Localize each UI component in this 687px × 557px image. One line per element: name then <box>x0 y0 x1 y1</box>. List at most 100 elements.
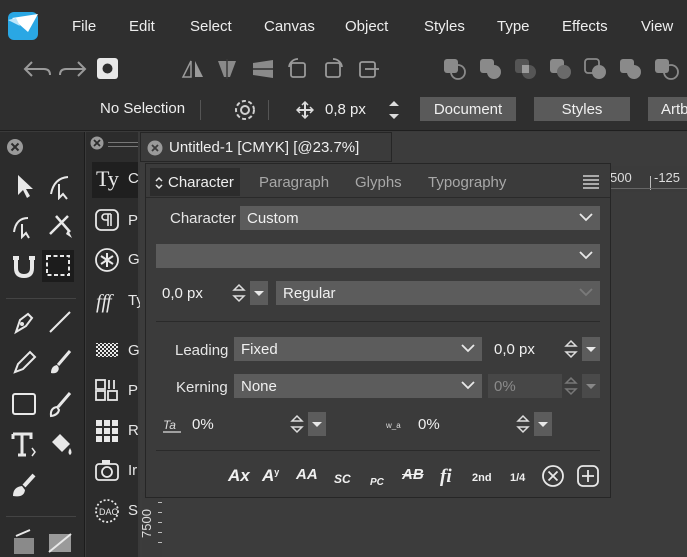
kerning-dropdown[interactable]: None <box>234 374 482 398</box>
combine-icon[interactable] <box>618 57 644 81</box>
leading-dropdown[interactable]: Fixed <box>234 337 482 361</box>
marquee-tool-icon[interactable] <box>42 250 74 282</box>
stroke-width-stepper[interactable] <box>386 97 402 123</box>
svg-text:Ta: Ta <box>163 418 176 432</box>
tracking-input[interactable]: 0% <box>186 412 286 436</box>
kerning-amount-input[interactable]: 0% <box>488 374 562 398</box>
font-size-stepper[interactable] <box>230 281 248 305</box>
character-style-dropdown[interactable]: Custom <box>240 206 600 230</box>
stamp-icon[interactable]: DAC <box>94 498 120 524</box>
node-tool-icon[interactable] <box>46 172 74 200</box>
font-size-dropdown[interactable] <box>250 281 268 305</box>
superscript-button[interactable]: Ay <box>262 466 279 486</box>
distort-icon[interactable] <box>250 57 276 81</box>
petite-caps-button[interactable]: PC <box>370 472 384 489</box>
leading-stepper[interactable] <box>562 337 580 361</box>
camera-icon[interactable] <box>94 458 120 482</box>
rotate-right-icon[interactable] <box>320 57 346 81</box>
settings-gear-icon[interactable] <box>232 97 258 123</box>
boolean-intersect-icon[interactable] <box>513 57 539 81</box>
gradient-icon[interactable] <box>94 340 120 360</box>
undo-icon[interactable] <box>22 58 52 80</box>
panel-menu-icon[interactable] <box>582 174 600 190</box>
menu-effects[interactable]: Effects <box>562 18 608 35</box>
baseline-shift-stepper[interactable] <box>514 412 532 436</box>
menu-styles[interactable]: Styles <box>424 18 465 35</box>
vector-brush-tool-icon[interactable] <box>46 390 74 418</box>
document-button[interactable]: Document <box>420 97 516 121</box>
text-tool-icon[interactable] <box>10 430 38 458</box>
paragraph-style-icon[interactable] <box>94 208 120 232</box>
menu-canvas[interactable]: Canvas <box>264 18 315 35</box>
app-logo-icon[interactable] <box>6 8 42 42</box>
menu-view[interactable]: View <box>641 18 673 35</box>
menu-select[interactable]: Select <box>190 18 232 35</box>
paint-brush-tool-icon[interactable] <box>10 472 38 500</box>
tab-glyphs[interactable]: Glyphs <box>355 174 402 191</box>
ligature-button[interactable]: fi <box>440 466 452 488</box>
boolean-xor-icon[interactable] <box>548 57 574 81</box>
flip-vertical-icon[interactable] <box>214 57 240 81</box>
close-panel-icon[interactable] <box>6 138 24 156</box>
add-style-icon[interactable] <box>576 464 600 488</box>
document-tab[interactable]: Untitled-1 [CMYK] [@23.7%] <box>140 132 392 162</box>
baseline-shift-input[interactable]: 0% <box>412 412 512 436</box>
all-caps-button[interactable]: AA <box>296 466 318 483</box>
glyph-star-icon[interactable] <box>94 247 120 273</box>
leading-amount-dropdown[interactable] <box>582 337 600 361</box>
flip-horizontal-icon[interactable] <box>180 57 206 81</box>
panel-item-character[interactable]: Ty C <box>92 162 139 198</box>
transform-icon[interactable] <box>355 57 381 81</box>
clear-formatting-icon[interactable] <box>541 464 565 488</box>
leading-amount-input[interactable]: 0,0 px <box>488 337 562 361</box>
tab-character[interactable]: Character <box>150 168 240 196</box>
tracking-stepper[interactable] <box>288 412 306 436</box>
typography-icon[interactable]: ff f <box>94 288 120 314</box>
baseline-shift-dropdown[interactable] <box>534 412 552 436</box>
artboard-button[interactable]: Artb <box>648 97 687 121</box>
stroke-width-value[interactable]: 0,8 px <box>325 101 366 118</box>
tab-paragraph[interactable]: Paragraph <box>259 174 329 191</box>
boolean-divide-icon[interactable] <box>583 57 609 81</box>
strikethrough-button[interactable]: AB <box>402 466 424 483</box>
menu-file[interactable]: File <box>72 18 96 35</box>
fill-tool-icon[interactable] <box>46 430 74 458</box>
styles-button[interactable]: Styles <box>534 97 630 121</box>
paragraph-grid-icon[interactable] <box>94 378 120 402</box>
mesh-fill-tool-icon[interactable] <box>10 528 38 556</box>
font-style-dropdown[interactable]: Regular <box>276 281 600 305</box>
tab-typography[interactable]: Typography <box>428 174 506 191</box>
rotate-left-icon[interactable] <box>285 57 311 81</box>
close-document-icon[interactable] <box>147 140 163 156</box>
pen-tool-icon[interactable] <box>10 308 38 336</box>
boolean-more-icon[interactable] <box>653 57 683 81</box>
transparency-tool-icon[interactable] <box>46 528 74 556</box>
knife-tool-icon[interactable] <box>46 212 74 240</box>
subscript-button[interactable]: Ax <box>228 466 250 486</box>
boolean-add-icon[interactable] <box>442 57 468 81</box>
boolean-subtract-icon[interactable] <box>478 57 504 81</box>
line-tool-icon[interactable] <box>46 308 74 336</box>
rectangle-tool-icon[interactable] <box>10 390 38 418</box>
brush-tool-icon[interactable] <box>46 348 74 376</box>
fraction-button[interactable]: 1/4 <box>510 468 525 485</box>
menu-object[interactable]: Object <box>345 18 388 35</box>
kerning-amount-dropdown[interactable] <box>582 374 600 398</box>
tracking-dropdown[interactable] <box>308 412 326 436</box>
menu-edit[interactable]: Edit <box>129 18 155 35</box>
magnet-tool-icon[interactable] <box>10 252 38 280</box>
grid-dots-icon[interactable] <box>94 418 120 444</box>
menu-type[interactable]: Type <box>497 18 530 35</box>
record-icon[interactable] <box>96 57 120 81</box>
font-size-input[interactable]: 0,0 px <box>156 281 230 305</box>
ordinal-button[interactable]: 2nd <box>472 468 492 485</box>
ruler-tick <box>158 532 162 533</box>
kerning-stepper[interactable] <box>562 374 580 398</box>
curve-tool-icon[interactable] <box>10 212 38 240</box>
close-panel-icon[interactable] <box>90 136 104 150</box>
small-caps-button[interactable]: SC <box>334 470 351 487</box>
font-family-dropdown[interactable] <box>156 244 600 268</box>
selection-tool-icon[interactable] <box>10 172 38 200</box>
redo-icon[interactable] <box>58 58 88 80</box>
pencil-tool-icon[interactable] <box>10 348 38 376</box>
